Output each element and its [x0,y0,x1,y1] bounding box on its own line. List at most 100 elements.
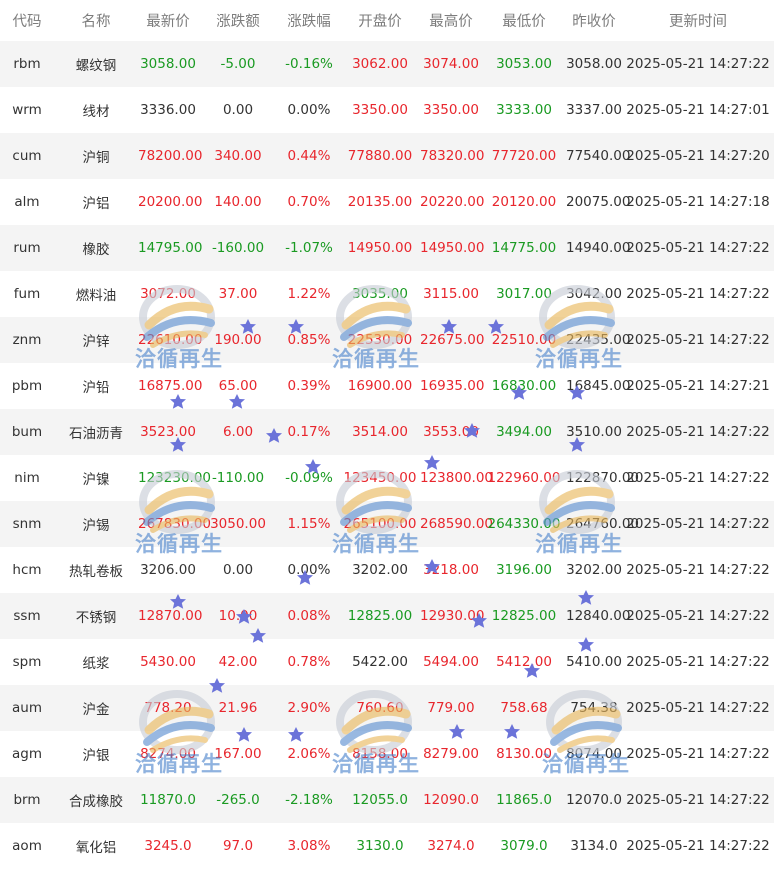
cell-pct: 0.78% [287,654,331,670]
cell-code: rbm [13,56,41,72]
table-row[interactable]: hcm 热轧卷板 3206.00 0.00 0.00% 3202.00 3218.00 319… [0,547,774,593]
cell-last: 8274.00 [140,746,196,762]
cell-high: 8279.00 [423,746,479,762]
cell-last: 16875.00 [138,378,203,394]
cell-name: 橡胶 [82,242,110,258]
cell-code: hcm [12,562,42,578]
cell-pct: 0.39% [287,378,331,394]
cell-open: 3130.0 [356,838,404,854]
cell-code: spm [12,654,42,670]
header-open[interactable]: 开盘价 [340,10,420,31]
header-prev[interactable]: 昨收价 [566,10,622,31]
cell-last: 3336.00 [140,102,196,118]
table-row[interactable]: agm 沪银 8274.00 167.00 2.06% 8158.00 8279.00 813… [0,731,774,777]
table-row[interactable]: znm 沪锌 22610.00 190.00 0.85% 22530.00 22675.00… [0,317,774,363]
cell-high: 3274.0 [427,838,475,854]
cell-code: aom [12,838,42,854]
cell-prev: 3134.0 [570,838,618,854]
cell-pct: 0.00% [287,102,331,118]
cell-code: znm [12,332,42,348]
table-row[interactable]: rum 橡胶 14795.00 -160.00 -1.07% 14950.00 14950.… [0,225,774,271]
cell-name: 燃料油 [75,288,117,304]
cell-pct: 0.70% [287,194,331,210]
cell-low: 77720.00 [491,148,557,164]
table-row[interactable]: ssm 不锈钢 12870.00 10.00 0.08% 12825.00 12930.00… [0,593,774,639]
cell-pct: -0.16% [285,56,333,72]
cell-low: 12825.00 [491,608,557,624]
cell-change: -5.00 [220,56,256,72]
cell-high: 22675.00 [420,332,485,348]
cell-time: 2025-05-21 14:27:22 [626,608,770,624]
cell-prev: 3337.00 [566,102,622,118]
table-row[interactable]: brm 合成橡胶 11870.0 -265.0 -2.18% 12055.0 12090.0… [0,777,774,823]
header-change[interactable]: 涨跌额 [198,10,278,31]
table-row[interactable]: aum 沪金 778.20 21.96 2.90% 760.60 779.00 758.68 7… [0,685,774,731]
table-row[interactable]: cum 沪铜 78200.00 340.00 0.44% 77880.00 78320.00… [0,133,774,179]
table-row[interactable]: alm 沪铝 20200.00 140.00 0.70% 20135.00 20220.00… [0,179,774,225]
cell-time: 2025-05-21 14:27:22 [626,562,770,578]
cell-low: 5412.00 [496,654,552,670]
table-row[interactable]: nim 沪镍 123230.00 -110.00 -0.09% 123450.00 1238… [0,455,774,501]
cell-prev: 754.38 [570,700,618,716]
cell-low: 8130.00 [496,746,552,762]
table-row[interactable]: bum 石油沥青 3523.00 6.00 0.17% 3514.00 3553.00 349… [0,409,774,455]
header-high[interactable]: 最高价 [420,10,482,31]
table-row[interactable]: rbm 螺纹钢 3058.00 -5.00 -0.16% 3062.00 3074.00 30… [0,41,774,87]
cell-last: 3072.00 [140,286,196,302]
cell-last: 20200.00 [138,194,203,210]
cell-time: 2025-05-21 14:27:22 [626,332,770,348]
cell-last: 123230.00 [138,470,212,486]
cell-name: 沪镍 [82,472,110,488]
cell-name: 纸浆 [82,656,110,672]
table-row[interactable]: snm 沪锡 267830.00 3050.00 1.15% 265100.00 26859… [0,501,774,547]
cell-open: 5422.00 [352,654,408,670]
cell-time: 2025-05-21 14:27:22 [626,470,770,486]
cell-open: 3062.00 [352,56,408,72]
header-low[interactable]: 最低价 [482,10,566,31]
cell-high: 12930.00 [420,608,485,624]
cell-pct: 3.08% [287,838,331,854]
table-row[interactable]: wrm 线材 3336.00 0.00 0.00% 3350.00 3350.00 3333.… [0,87,774,133]
table-row[interactable]: spm 纸浆 5430.00 42.00 0.78% 5422.00 5494.00 5412… [0,639,774,685]
header-pct[interactable]: 涨跌幅 [278,10,340,31]
cell-last: 22610.00 [138,332,203,348]
table-row[interactable]: aom 氧化铝 3245.0 97.0 3.08% 3130.0 3274.0 3079.0 3… [0,823,774,869]
cell-last: 12870.00 [138,608,203,624]
cell-high: 3074.00 [423,56,479,72]
cell-change: -110.00 [211,470,265,486]
cell-code: pbm [11,378,43,394]
cell-open: 20135.00 [347,194,413,210]
cell-low: 3494.00 [496,424,552,440]
cell-prev: 3042.00 [566,286,622,302]
table-row[interactable]: fum 燃料油 3072.00 37.00 1.22% 3035.00 3115.00 301… [0,271,774,317]
cell-last: 5430.00 [140,654,196,670]
cell-change: -265.0 [216,792,260,808]
cell-high: 14950.00 [420,240,485,256]
cell-pct: 1.22% [287,286,331,302]
cell-low: 11865.0 [496,792,552,808]
cell-low: 3333.00 [496,102,552,118]
cell-pct: 1.15% [287,516,331,532]
cell-time: 2025-05-21 14:27:22 [626,700,770,716]
cell-change: 0.00 [222,102,254,118]
table-row[interactable]: pbm 沪铅 16875.00 65.00 0.39% 16900.00 16935.00 1… [0,363,774,409]
cell-code: bum [11,424,43,440]
cell-name: 沪金 [82,702,110,718]
table-header: 代码 名称 最新价 涨跌额 涨跌幅 开盘价 最高价 最低价 昨收价 更新时间 [0,0,774,41]
cell-code: wrm [12,102,42,118]
header-name[interactable]: 名称 [54,10,138,31]
header-code[interactable]: 代码 [0,10,54,31]
cell-name: 沪锌 [82,334,110,350]
cell-open: 760.60 [356,700,404,716]
cell-high: 779.00 [427,700,475,716]
cell-high: 3350.00 [423,102,479,118]
cell-change: 167.00 [214,746,262,762]
cell-open: 3350.00 [352,102,408,118]
header-time[interactable]: 更新时间 [622,10,774,31]
cell-prev: 8074.00 [566,746,622,762]
cell-open: 77880.00 [347,148,413,164]
cell-open: 14950.00 [347,240,413,256]
cell-pct: -2.18% [285,792,333,808]
header-last[interactable]: 最新价 [138,10,198,31]
cell-change: 190.00 [214,332,262,348]
